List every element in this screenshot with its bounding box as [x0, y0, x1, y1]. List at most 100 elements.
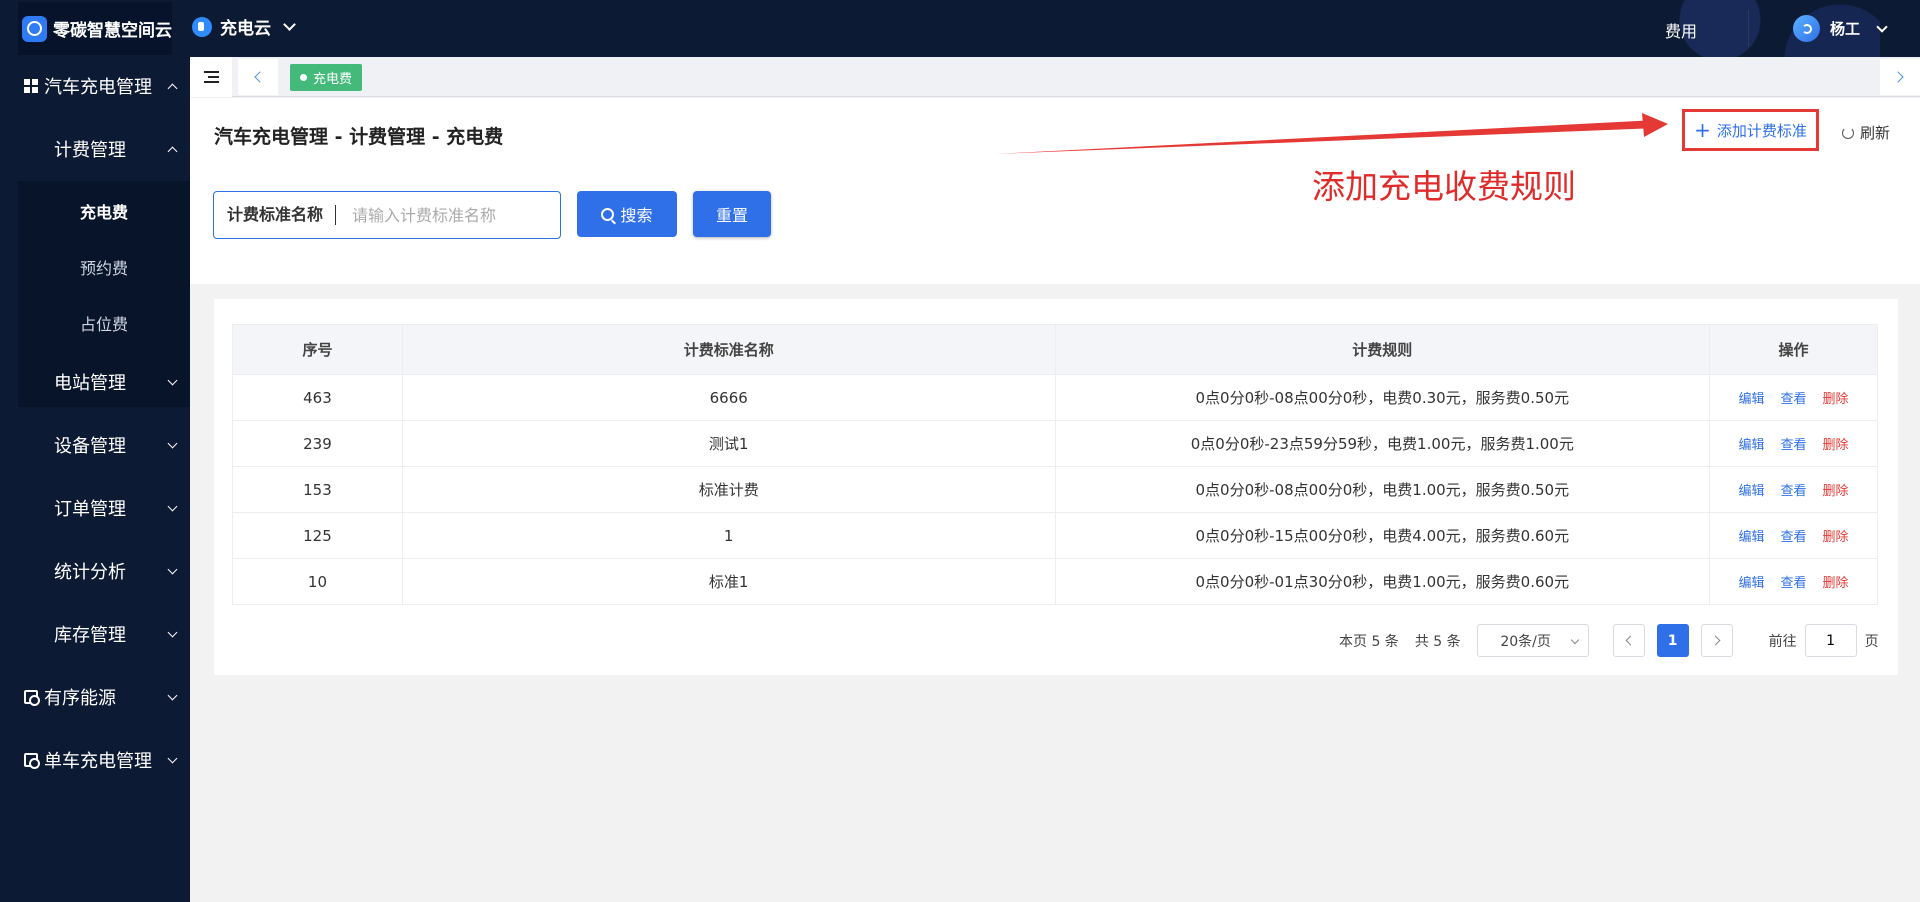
edit-link[interactable]: 编辑: [1739, 438, 1765, 453]
sidebar-item-stats[interactable]: 统计分析: [0, 546, 190, 596]
prev-page-button[interactable]: [1612, 624, 1645, 657]
page-size-value: 20条/页: [1500, 633, 1551, 650]
search-input[interactable]: [352, 205, 543, 225]
total-count-text: 共 5 条: [1414, 633, 1461, 650]
sidebar-item-label: 库存管理: [54, 625, 126, 646]
view-link[interactable]: 查看: [1781, 484, 1807, 499]
sidebar-item-ordered-energy[interactable]: 有序能源: [0, 672, 190, 722]
cell-rule: 0点0分0秒-08点00分0秒，电费0.30元，服务费0.50元: [1054, 374, 1711, 421]
refresh-label: 刷新: [1860, 124, 1891, 142]
cell-id: 10: [232, 558, 403, 605]
edit-link[interactable]: 编辑: [1739, 576, 1765, 591]
edit-link[interactable]: 编辑: [1739, 484, 1765, 499]
avatar: [1793, 15, 1820, 42]
reset-button[interactable]: 重置: [693, 191, 771, 237]
pagination: 本页 5 条 共 5 条 20条/页 1 前往 页: [1339, 624, 1879, 657]
sidebar-item-inventory[interactable]: 库存管理: [0, 609, 190, 659]
chevron-down-icon: [167, 501, 178, 511]
chevron-right-icon: [1892, 71, 1904, 83]
app-name: 充电云: [220, 19, 271, 39]
view-link[interactable]: 查看: [1781, 530, 1807, 545]
top-bar: 零碳智慧空间云 充电云 费用 杨工: [0, 0, 1920, 57]
delete-link[interactable]: 删除: [1823, 576, 1849, 591]
sidebar-item-station[interactable]: 电站管理: [0, 357, 190, 407]
goto-page-input[interactable]: [1804, 624, 1857, 657]
sidebar-item-label: 汽车充电管理: [44, 77, 152, 98]
refresh-button[interactable]: 刷新: [1842, 122, 1890, 143]
sidebar-item-occupancy-fee[interactable]: 占位费: [18, 295, 190, 351]
sidebar-item-order[interactable]: 订单管理: [0, 483, 190, 533]
billing-table: 序号 计费标准名称 计费规则 操作 463 6666 0点0分0秒-08点00分…: [232, 324, 1878, 605]
cell-actions: 编辑 查看 删除: [1709, 466, 1878, 513]
chevron-down-icon: [167, 438, 178, 448]
brand-logo[interactable]: 零碳智慧空间云: [18, 2, 172, 55]
column-header: 序号: [232, 324, 403, 375]
sidebar-item-device[interactable]: 设备管理: [0, 420, 190, 470]
search-button[interactable]: 搜索: [577, 191, 677, 237]
user-menu[interactable]: 杨工: [1793, 15, 1888, 42]
cell-id: 153: [232, 466, 403, 513]
add-billing-standard-button[interactable]: + 添加计费标准: [1682, 109, 1819, 151]
sidebar-item-label: 计费管理: [54, 140, 126, 161]
page-title: 汽车充电管理 - 计费管理 - 充电费: [214, 126, 504, 148]
search-label: 计费标准名称: [214, 205, 337, 225]
view-link[interactable]: 查看: [1781, 576, 1807, 591]
sidebar-item-charging-fee[interactable]: 充电费: [18, 183, 190, 239]
sidebar-item-label: 电站管理: [54, 373, 126, 394]
cell-actions: 编辑 查看 删除: [1709, 420, 1878, 467]
delete-link[interactable]: 删除: [1823, 530, 1849, 545]
view-link[interactable]: 查看: [1781, 438, 1807, 453]
sidebar-item-label: 单车充电管理: [44, 751, 152, 772]
tab-charging-fee[interactable]: 充电费: [290, 64, 363, 91]
page-count-text: 本页 5 条: [1339, 633, 1399, 650]
view-link[interactable]: 查看: [1781, 392, 1807, 407]
search-icon: [601, 207, 615, 221]
goto-label: 前往: [1768, 633, 1797, 650]
sidebar-item-label: 有序能源: [44, 688, 116, 709]
cell-id: 463: [232, 374, 403, 421]
delete-link[interactable]: 删除: [1823, 484, 1849, 499]
menu-toggle-icon[interactable]: [190, 57, 232, 97]
cell-actions: 编辑 查看 删除: [1709, 374, 1878, 421]
edit-link[interactable]: 编辑: [1739, 392, 1765, 407]
sidebar-item-bike-charging[interactable]: 单车充电管理: [0, 735, 190, 785]
annotation-text: 添加充电收费规则: [1312, 167, 1576, 206]
tab-scroll-left-button[interactable]: [238, 59, 278, 95]
page-size-select[interactable]: 20条/页: [1476, 624, 1589, 657]
search-field[interactable]: 计费标准名称: [213, 191, 561, 239]
sidebar-item-ev-charging[interactable]: 汽车充电管理: [0, 61, 190, 111]
next-page-button[interactable]: [1700, 624, 1733, 657]
sidebar-item-label: 订单管理: [54, 499, 126, 520]
sidebar-item-label: 统计分析: [54, 562, 126, 583]
energy-icon: [24, 690, 40, 706]
chevron-right-icon: [1710, 635, 1721, 646]
brand-name: 零碳智慧空间云: [53, 21, 172, 41]
chevron-down-icon: [167, 375, 178, 385]
edit-link[interactable]: 编辑: [1739, 530, 1765, 545]
chevron-down-icon: [283, 18, 296, 31]
fee-link[interactable]: 费用: [1665, 18, 1697, 42]
cell-name: 6666: [401, 374, 1056, 421]
sidebar-item-reservation-fee[interactable]: 预约费: [18, 239, 190, 295]
chevron-left-icon: [1625, 635, 1636, 646]
chevron-down-icon: [167, 564, 178, 574]
grid-icon: [24, 79, 38, 93]
sidebar-item-label: 设备管理: [54, 436, 126, 457]
cell-rule: 0点0分0秒-15点00分0秒，电费4.00元，服务费0.60元: [1054, 512, 1711, 559]
app-switcher[interactable]: 充电云: [192, 14, 296, 39]
sidebar-item-billing[interactable]: 计费管理: [0, 124, 190, 174]
cell-name: 1: [401, 512, 1056, 559]
active-dot-icon: [300, 74, 307, 81]
column-header: 计费规则: [1054, 324, 1711, 375]
user-name: 杨工: [1830, 20, 1861, 38]
chevron-down-icon: [167, 627, 178, 637]
delete-link[interactable]: 删除: [1823, 392, 1849, 407]
tab-scroll-right-button[interactable]: [1880, 59, 1920, 95]
plus-icon: +: [1694, 118, 1711, 142]
table-row: 125 1 0点0分0秒-15点00分0秒，电费4.00元，服务费0.60元 编…: [232, 512, 1878, 559]
page-suffix: 页: [1864, 633, 1879, 650]
delete-link[interactable]: 删除: [1823, 438, 1849, 453]
refresh-icon: [1842, 126, 1854, 139]
page-number-button[interactable]: 1: [1656, 624, 1689, 657]
add-button-label: 添加计费标准: [1716, 121, 1807, 140]
